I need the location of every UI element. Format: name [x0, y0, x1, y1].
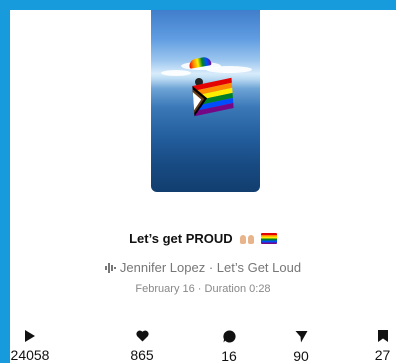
stats-bar: 24058 865 16 90 27 [10, 330, 396, 363]
comment-icon [222, 330, 236, 343]
audio-info[interactable]: Jennifer Lopez · Let’s Get Loud [10, 260, 396, 275]
video-thumbnail[interactable] [151, 10, 260, 192]
share-icon [295, 331, 307, 343]
rainbow-flag-emoji [260, 233, 277, 244]
saves-stat[interactable]: 27 [369, 330, 396, 363]
post-meta: February 16 · Duration 0:28 [135, 283, 271, 295]
hands-raised-emoji [240, 232, 255, 244]
post-title-text: Let’s get PROUD [129, 231, 233, 246]
saves-count: 27 [374, 347, 391, 363]
likes-stat[interactable]: 865 [122, 330, 162, 363]
shares-count: 90 [293, 348, 309, 363]
shares-stat[interactable]: 90 [281, 330, 321, 363]
cloud [161, 70, 191, 76]
post-title: Let’s get PROUD [10, 231, 396, 246]
plays-stat[interactable]: 24058 [10, 330, 50, 363]
audio-label: Jennifer Lopez · Let’s Get Loud [119, 260, 302, 275]
post-card: Let’s get PROUD Jennifer Lopez · Let’s G… [10, 10, 396, 363]
comments-stat[interactable]: 16 [209, 330, 249, 363]
heart-icon [135, 330, 149, 342]
comments-count: 16 [221, 348, 237, 363]
plays-count: 24058 [10, 347, 50, 363]
bookmark-icon [377, 330, 388, 342]
audio-wave-icon [104, 263, 116, 273]
play-icon [25, 330, 35, 342]
cloud [206, 66, 252, 73]
likes-count: 865 [130, 347, 154, 363]
